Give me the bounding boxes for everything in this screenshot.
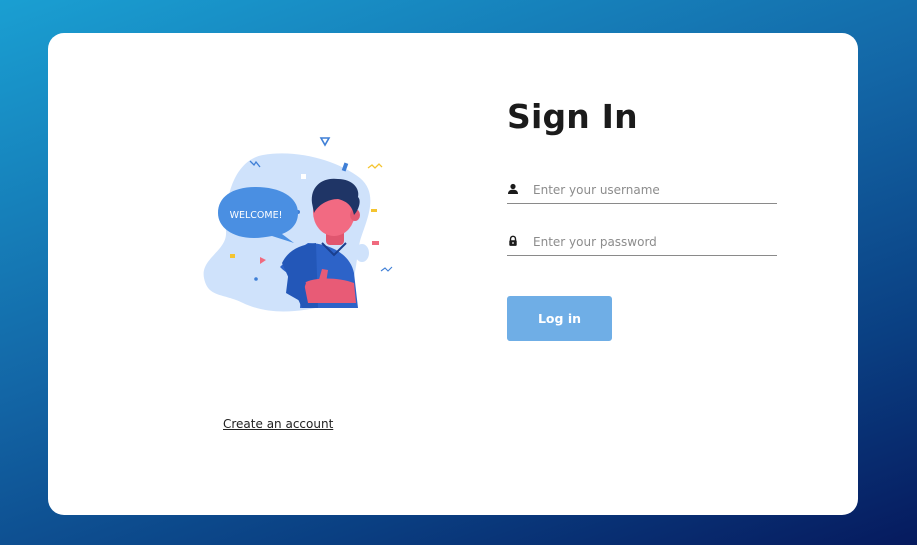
create-account-link[interactable]: Create an account — [223, 417, 333, 431]
confetti-squiggle — [367, 163, 383, 169]
lock-icon — [509, 235, 517, 246]
username-input[interactable] — [533, 179, 773, 201]
confetti-rect — [301, 174, 306, 179]
confetti-rect — [230, 254, 235, 258]
login-card: WELCOME! Create an account Sign In Enter… — [48, 33, 858, 515]
person-arm — [304, 278, 356, 303]
illustration-panel: WELCOME! Create an account — [48, 33, 508, 515]
welcome-illustration: WELCOME! — [203, 137, 393, 312]
confetti-triangle — [319, 137, 331, 147]
password-input[interactable] — [533, 231, 773, 253]
speech-bubble-text: WELCOME! — [230, 210, 283, 221]
password-field — [507, 231, 777, 256]
confetti-rect — [371, 209, 377, 212]
confetti-squiggle — [380, 266, 393, 272]
small-blob — [355, 244, 369, 262]
page-title: Sign In — [507, 97, 638, 136]
confetti-dot — [254, 277, 258, 281]
confetti-rect — [372, 241, 379, 245]
signin-form: Sign In Log in — [507, 33, 807, 515]
username-field — [507, 179, 777, 204]
user-icon — [508, 183, 518, 194]
login-button[interactable]: Log in — [507, 296, 612, 341]
